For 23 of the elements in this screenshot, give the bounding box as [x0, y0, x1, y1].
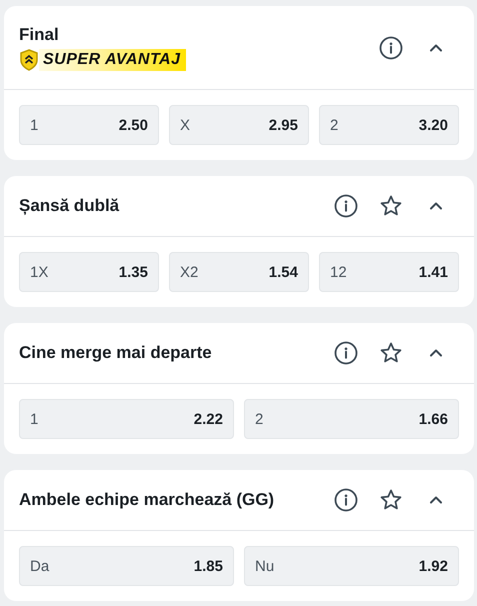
info-icon[interactable] — [334, 341, 358, 365]
info-icon[interactable] — [379, 36, 403, 60]
promo-badge: SUPER AVANTAJ — [39, 48, 186, 70]
odds-button[interactable]: 2 1.66 — [244, 399, 459, 439]
market-title: Ambele echipe marchează (GG) — [19, 490, 274, 510]
info-icon[interactable] — [334, 194, 358, 218]
odds-button[interactable]: 1 2.50 — [19, 105, 159, 145]
odds-button[interactable]: X 2.95 — [169, 105, 309, 145]
star-icon[interactable] — [379, 194, 403, 218]
odds-button[interactable]: Nu 1.92 — [244, 546, 459, 586]
odds-button[interactable]: Da 1.85 — [19, 546, 234, 586]
star-icon[interactable] — [379, 488, 403, 512]
info-icon[interactable] — [334, 488, 358, 512]
odds-button[interactable]: 2 3.20 — [319, 105, 459, 145]
shield-icon — [19, 48, 39, 70]
odds-button[interactable]: 1 2.22 — [19, 399, 234, 439]
market-title: Cine merge mai departe — [19, 343, 212, 363]
market-title: Șansă dublă — [19, 196, 120, 216]
market-title: Final — [19, 24, 60, 44]
star-icon[interactable] — [379, 341, 403, 365]
odds-button[interactable]: 12 1.41 — [319, 252, 459, 292]
odds-button[interactable]: X2 1.54 — [169, 252, 309, 292]
odds-button[interactable]: 1X 1.35 — [19, 252, 159, 292]
